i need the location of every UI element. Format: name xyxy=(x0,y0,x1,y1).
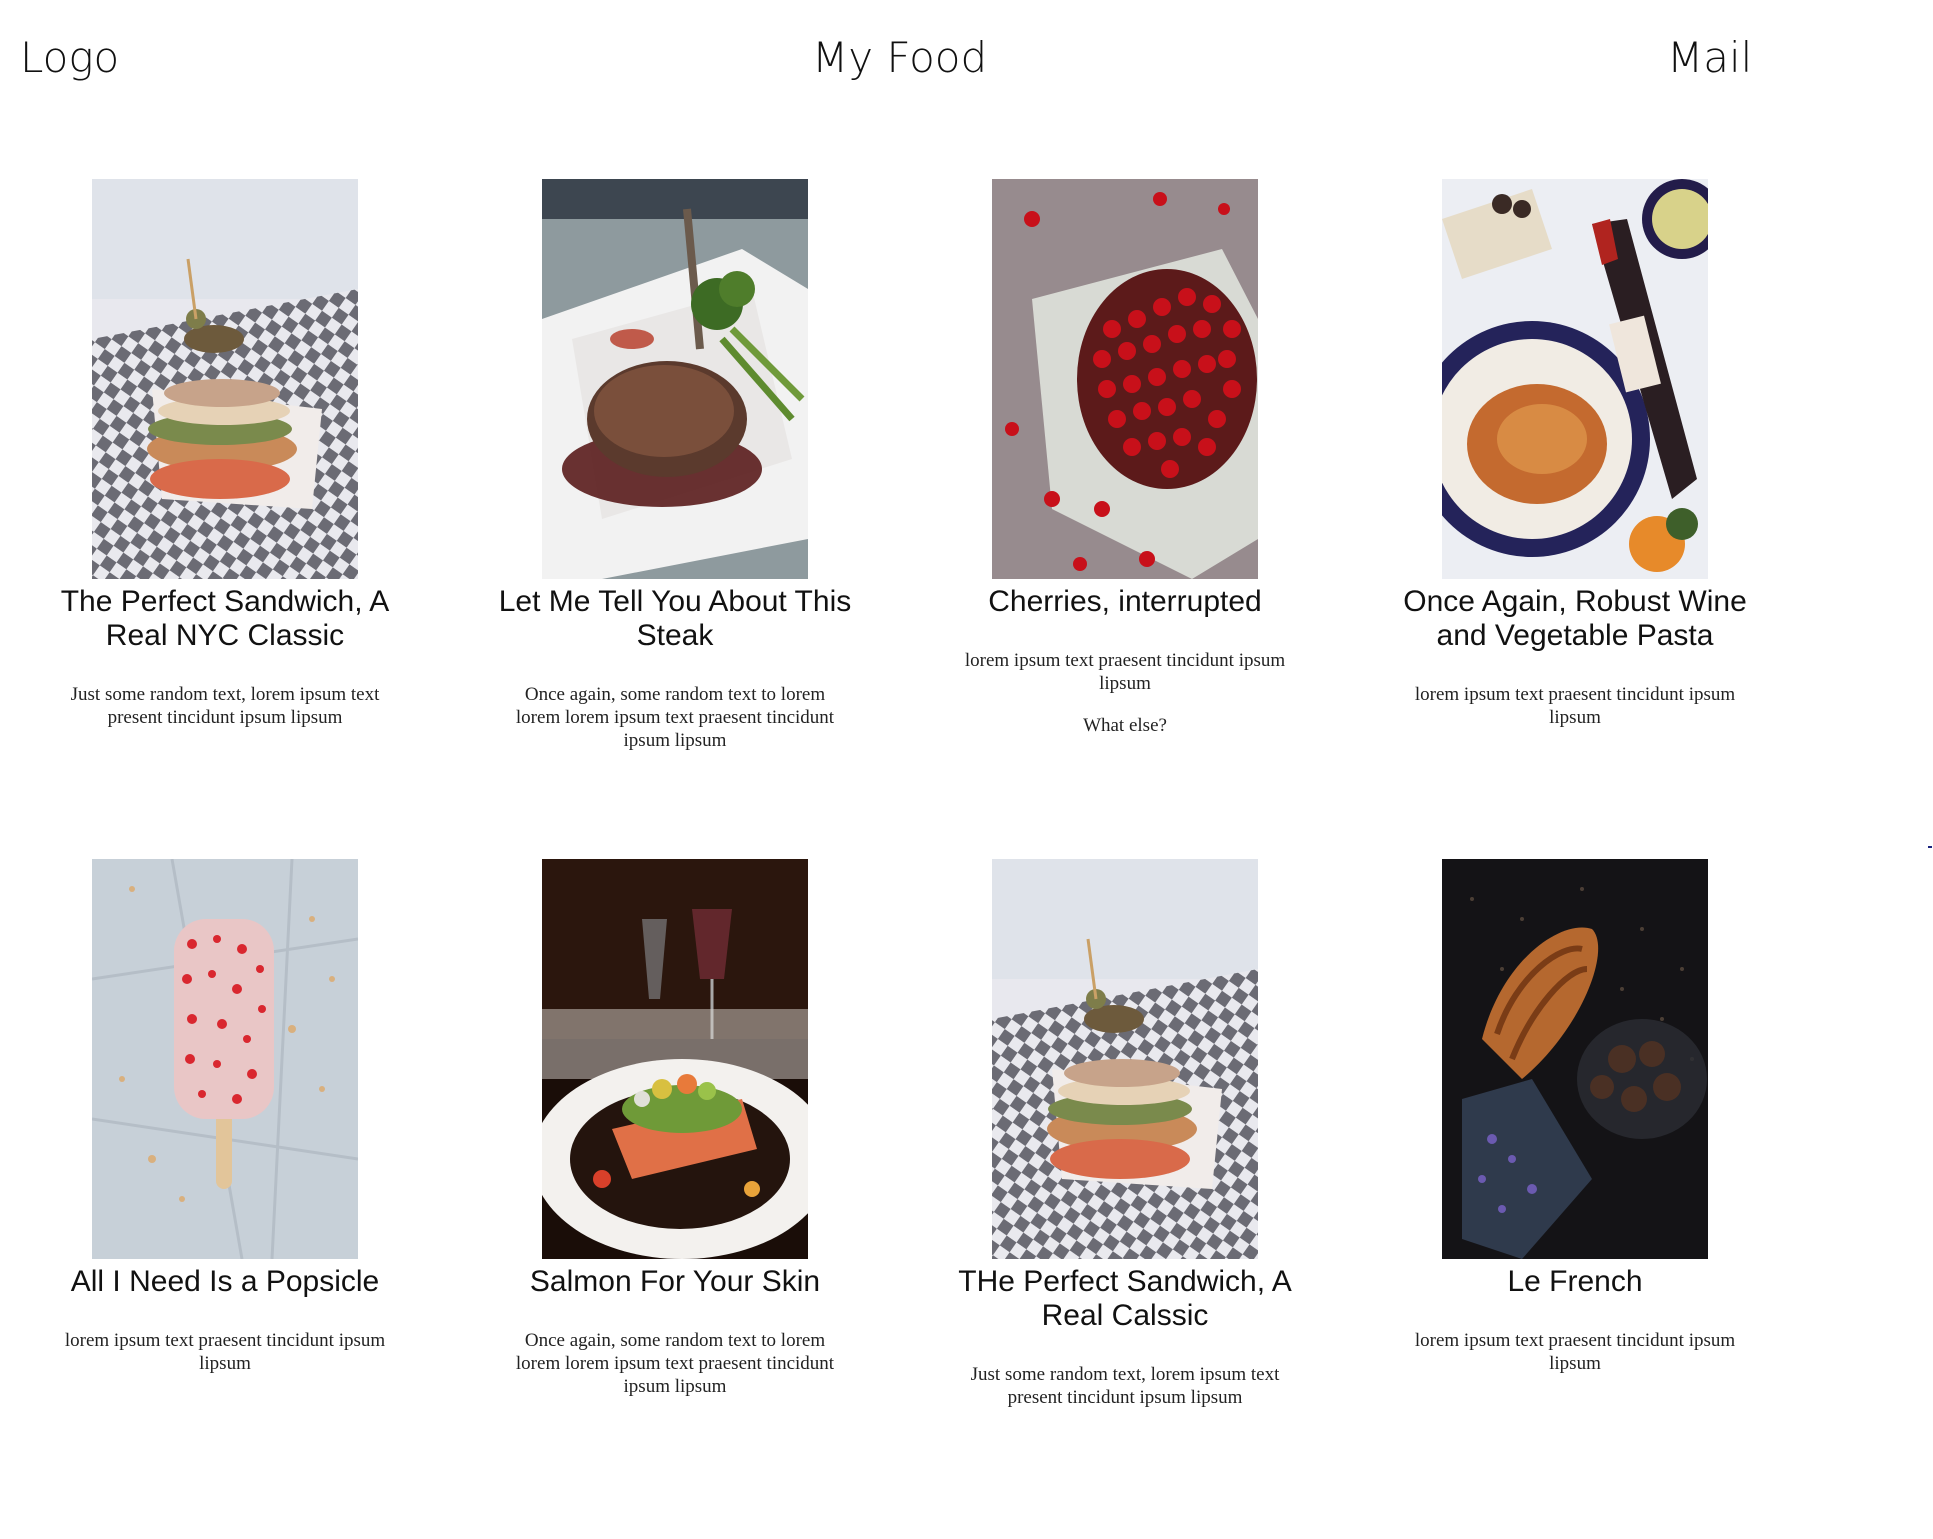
card-title[interactable]: THe Perfect Sandwich, A Real Calssic xyxy=(930,1265,1320,1333)
food-card: Let Me Tell You About This Steak Once ag… xyxy=(450,179,900,859)
card-text: lorem ipsum text praesent tincidunt ipsu… xyxy=(1414,1330,1736,1374)
steak-photo[interactable] xyxy=(542,179,808,579)
card-title[interactable]: The Perfect Sandwich, A Real NYC Classic xyxy=(30,585,420,653)
sandwich-photo[interactable] xyxy=(92,179,358,579)
sandwich-photo[interactable] xyxy=(992,859,1258,1259)
food-card: THe Perfect Sandwich, A Real Calssic Jus… xyxy=(900,859,1350,1539)
food-grid: The Perfect Sandwich, A Real NYC Classic… xyxy=(0,179,1800,1539)
food-card: The Perfect Sandwich, A Real NYC Classic… xyxy=(0,179,450,859)
edge-marker xyxy=(1928,846,1932,848)
card-text: Once again, some random text to lorem lo… xyxy=(515,684,835,751)
site-title[interactable]: My Food xyxy=(812,32,987,84)
card-text: lorem ipsum text praesent tincidunt ipsu… xyxy=(64,1330,386,1374)
card-text-extra: What else? xyxy=(1083,715,1167,736)
card-text: Just some random text, lorem ipsum text … xyxy=(70,684,380,728)
food-card: Le French lorem ipsum text praesent tinc… xyxy=(1350,859,1800,1539)
croissant-photo[interactable] xyxy=(1442,859,1708,1259)
card-text: lorem ipsum text praesent tincidunt ipsu… xyxy=(964,650,1286,694)
card-title[interactable]: All I Need Is a Popsicle xyxy=(30,1265,420,1299)
card-title[interactable]: Salmon For Your Skin xyxy=(480,1265,870,1299)
logo[interactable]: Logo xyxy=(20,32,119,84)
food-card: Once Again, Robust Wine and Vegetable Pa… xyxy=(1350,179,1800,859)
card-text: lorem ipsum text praesent tincidunt ipsu… xyxy=(1414,684,1736,728)
card-title[interactable]: Let Me Tell You About This Steak xyxy=(480,585,870,653)
cherries-photo[interactable] xyxy=(992,179,1258,579)
food-card: Salmon For Your Skin Once again, some ra… xyxy=(450,859,900,1539)
card-title[interactable]: Le French xyxy=(1380,1265,1770,1299)
site-header: Logo My Food Mail xyxy=(0,0,1933,120)
food-card: All I Need Is a Popsicle lorem ipsum tex… xyxy=(0,859,450,1539)
food-card: Cherries, interrupted lorem ipsum text p… xyxy=(900,179,1350,859)
wine-pasta-photo[interactable] xyxy=(1442,179,1708,579)
card-title[interactable]: Cherries, interrupted xyxy=(930,585,1320,619)
mail-link[interactable]: Mail xyxy=(1667,32,1752,84)
card-title[interactable]: Once Again, Robust Wine and Vegetable Pa… xyxy=(1380,585,1770,653)
popsicle-photo[interactable] xyxy=(92,859,358,1259)
salmon-photo[interactable] xyxy=(542,859,808,1259)
card-text: Once again, some random text to lorem lo… xyxy=(515,1330,835,1397)
card-text: Just some random text, lorem ipsum text … xyxy=(970,1364,1280,1408)
